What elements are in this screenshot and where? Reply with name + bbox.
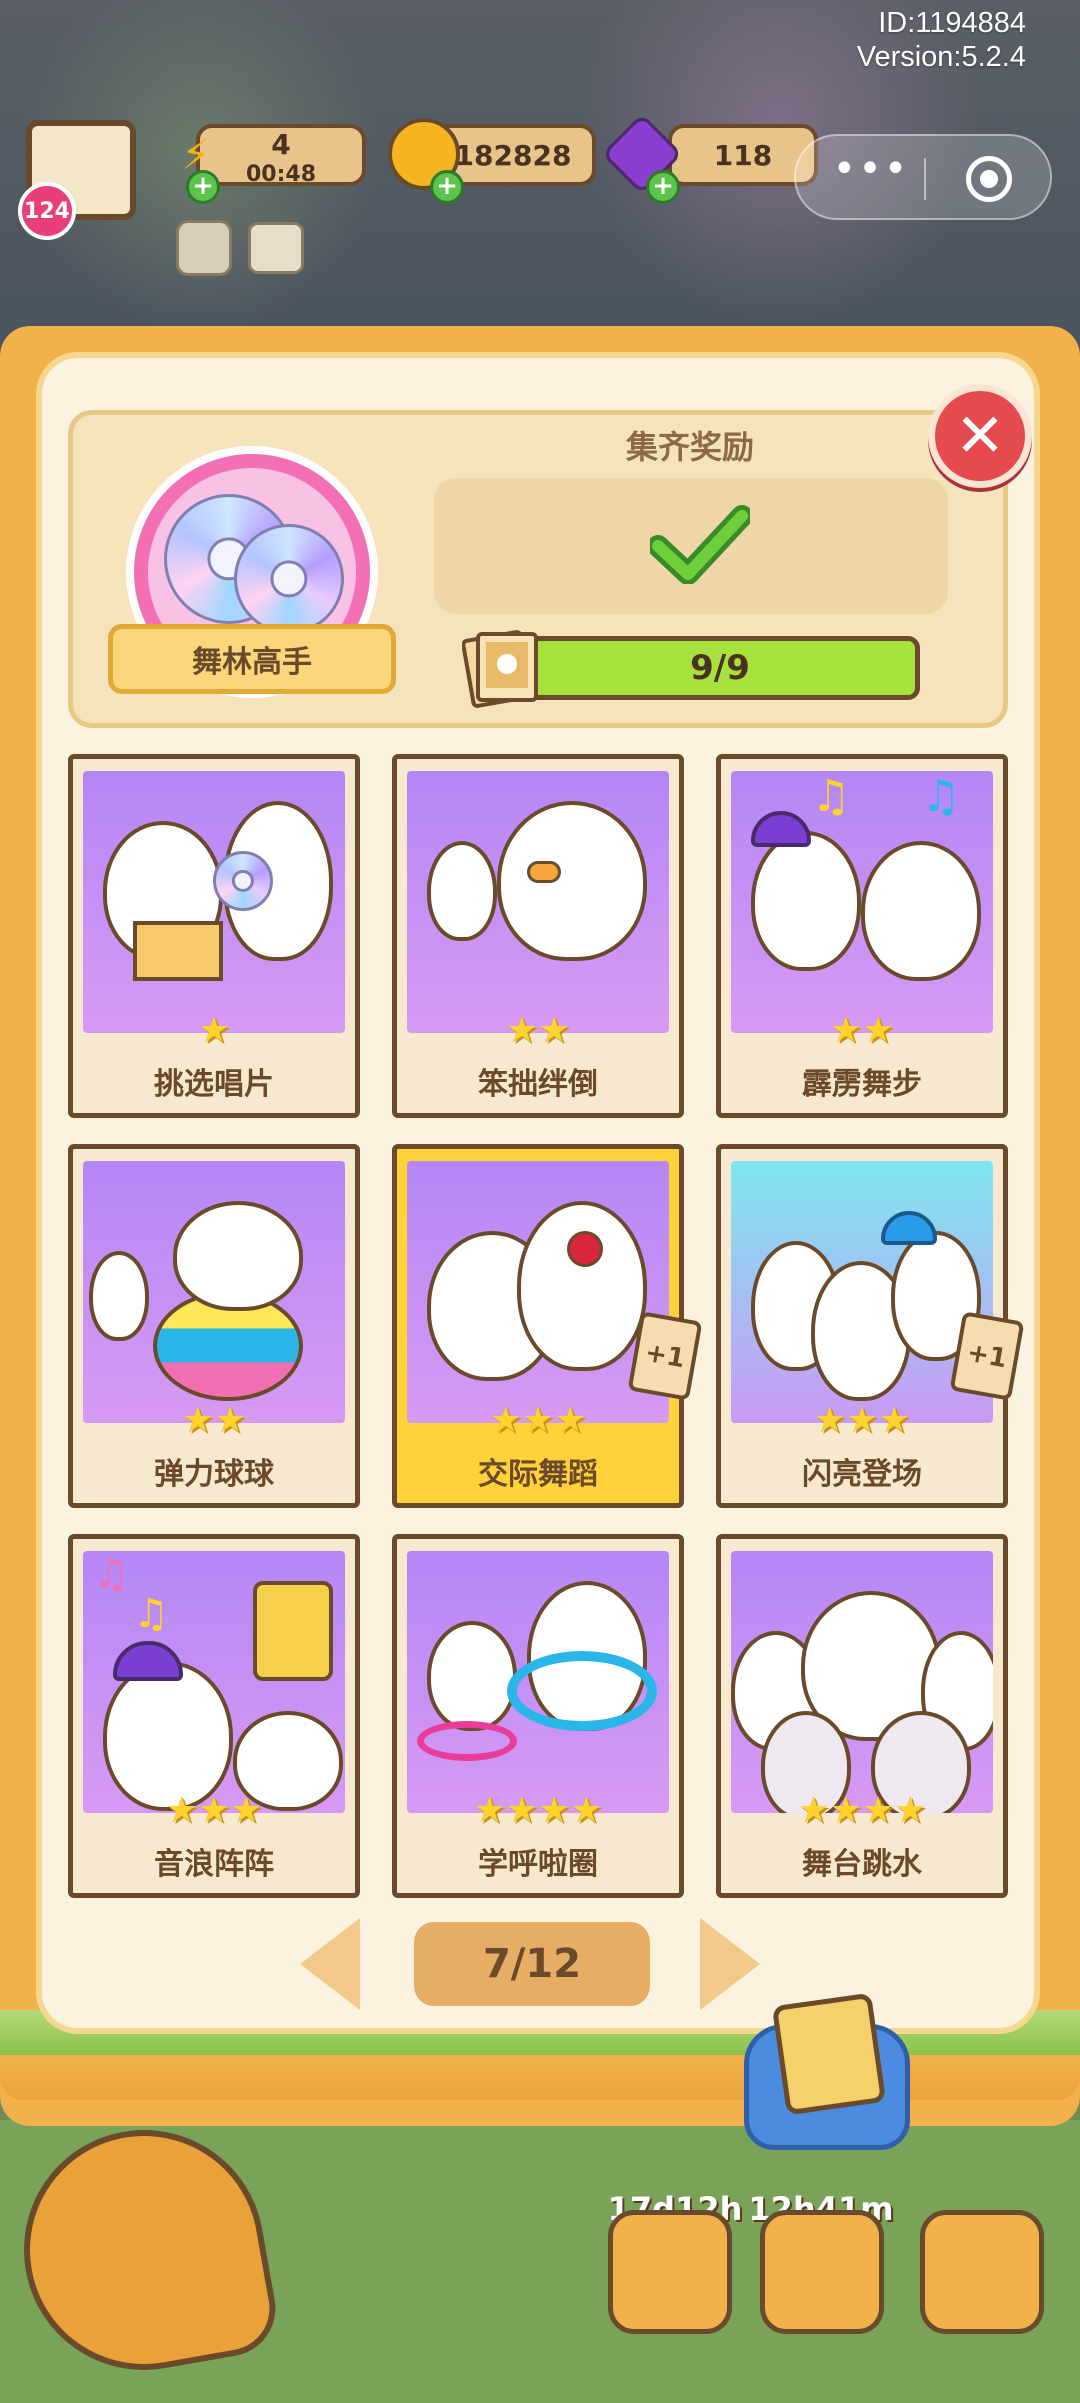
duck-figure	[173, 1201, 303, 1311]
card-item[interactable]: ♫ ♫ ★★★ 音浪阵阵	[68, 1534, 360, 1898]
energy-value: 4	[271, 128, 291, 161]
duck-figure	[89, 1251, 149, 1341]
coins-plus-button[interactable]: +	[430, 170, 464, 204]
card-stars: ★★	[829, 1010, 895, 1051]
debug-info: ID:1194884 Version:5.2.4	[857, 6, 1026, 74]
card-item[interactable]: ★★★★ 学呼啦圈	[392, 1534, 684, 1898]
energy-plus-button[interactable]: +	[186, 170, 220, 204]
duck-figure	[497, 801, 647, 961]
duck-figure	[861, 841, 981, 981]
card-image	[83, 1161, 345, 1423]
card-stars: ★★★	[489, 1400, 587, 1441]
flower-event-button[interactable]	[608, 2210, 732, 2334]
version-label: Version:5.2.4	[856, 41, 1026, 73]
card-pack-button[interactable]	[744, 1992, 910, 2150]
duck-figure	[751, 831, 861, 971]
card-image	[83, 771, 345, 1033]
card-label: 学呼啦圈	[478, 1847, 598, 1882]
album-name: 舞林高手	[108, 624, 396, 694]
music-note-icon: ♫	[811, 771, 851, 822]
card-label: 闪亮登场	[802, 1457, 922, 1492]
card-label: 霹雳舞步	[802, 1067, 922, 1102]
cap-icon	[751, 811, 811, 847]
card-label: 音浪阵阵	[154, 1847, 274, 1882]
card-stars: ★★★	[813, 1400, 911, 1441]
card-stars: ★★★★	[797, 1790, 927, 1831]
card-stars: ★★	[181, 1400, 247, 1441]
cd-icon	[234, 524, 344, 634]
duck-figure	[427, 1621, 517, 1731]
card-image	[731, 1551, 993, 1813]
music-note-icon: ♫	[133, 1591, 169, 1637]
next-page-button[interactable]	[700, 1918, 760, 2010]
close-miniprogram-icon[interactable]	[966, 156, 1012, 202]
rose-icon	[567, 1231, 603, 1267]
hoop-icon	[417, 1721, 517, 1761]
card-label: 舞台跳水	[802, 1847, 922, 1882]
coins-value: 182828	[454, 138, 572, 172]
card-image: ♫ ♫	[731, 771, 993, 1033]
card-stars: ★★	[505, 1010, 571, 1051]
card-item[interactable]: ★★ 弹力球球	[68, 1144, 360, 1508]
collection-progress: 9/9	[520, 636, 920, 700]
card-item[interactable]: ★ 挑选唱片	[68, 754, 360, 1118]
record-box-icon	[133, 921, 223, 981]
miniprogram-capsule: •••	[794, 134, 1052, 220]
cd-icon	[213, 851, 273, 911]
card-item[interactable]: ♫ ♫ ★★ 霹雳舞步	[716, 754, 1008, 1118]
card-image: ♫ ♫	[83, 1551, 345, 1813]
music-note-icon: ♫	[93, 1551, 129, 1597]
card-pack-icon	[771, 1992, 887, 2116]
gems-value: 118	[713, 138, 773, 172]
duck-beak	[527, 861, 561, 883]
prev-page-button[interactable]	[300, 1918, 360, 2010]
duck-figure	[427, 841, 497, 941]
hoop-icon	[507, 1651, 657, 1731]
more-icon[interactable]: •••	[826, 149, 916, 200]
card-item[interactable]: ★★ 笨拙绊倒	[392, 754, 684, 1118]
gems-plus-button[interactable]: +	[646, 170, 680, 204]
friends-button[interactable]	[920, 2210, 1044, 2334]
card-label: 交际舞蹈	[478, 1457, 598, 1492]
duck-figure	[517, 1201, 647, 1371]
card-label: 弹力球球	[154, 1457, 274, 1492]
card-item[interactable]: ★★★★ 舞台跳水	[716, 1534, 1008, 1898]
close-button[interactable]: ✕	[928, 384, 1032, 488]
card-stars: ★★★★	[473, 1790, 603, 1831]
card-image	[407, 771, 669, 1033]
settings-icon[interactable]	[176, 220, 232, 276]
reward-title: 集齐奖励	[625, 428, 754, 466]
speaker-icon	[253, 1581, 333, 1681]
card-stars: ★	[197, 1010, 231, 1051]
progress-text: 9/9	[690, 648, 750, 688]
music-note-icon: ♫	[921, 771, 961, 822]
card-stars: ★★★	[165, 1790, 263, 1831]
cap-icon	[881, 1211, 937, 1245]
card-stack-icon	[462, 630, 538, 708]
mail-icon[interactable]	[248, 222, 304, 274]
id-label: ID:1194884	[878, 7, 1026, 39]
energy-timer: 00:48	[245, 162, 317, 187]
card-event-button[interactable]	[760, 2210, 884, 2334]
card-label: 笨拙绊倒	[478, 1067, 598, 1102]
cap-icon	[113, 1641, 183, 1681]
page-indicator: 7/12	[414, 1922, 650, 2006]
card-image	[407, 1551, 669, 1813]
capsule-divider	[924, 158, 926, 200]
duck-figure	[103, 1661, 233, 1811]
check-icon	[650, 505, 750, 584]
card-label: 挑选唱片	[154, 1067, 274, 1102]
level-badge: 124	[18, 182, 76, 240]
